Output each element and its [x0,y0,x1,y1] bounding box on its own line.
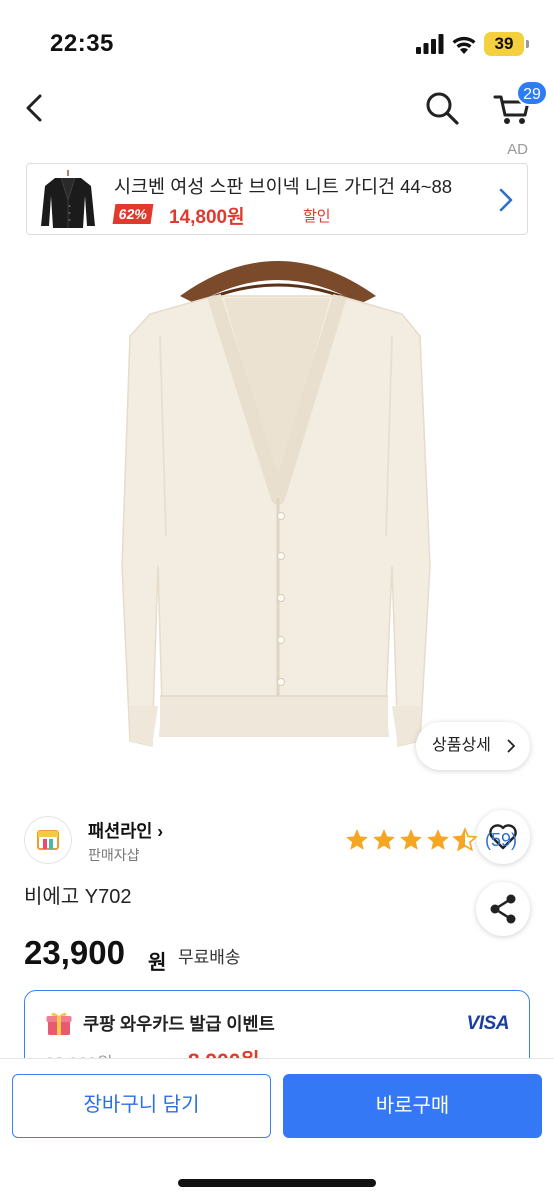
product-detail-label: 상품상세 [432,737,491,754]
ad-banner[interactable]: 시크벤 여성 스판 브이넥 니트 가디건 44~88 62% 14,800원 할… [26,163,528,235]
share-button[interactable] [476,882,530,936]
wifi-icon [452,36,476,54]
seller-name-link[interactable]: 패션라인 › [88,818,163,843]
ad-discount-badge: 62% [112,204,154,224]
cardigan-photo [121,261,431,747]
event-title: 쿠팡 와우카드 발급 이벤트 [83,1014,275,1034]
chevron-right-icon: › [152,821,164,841]
seller-type: 판매자샵 [88,847,140,863]
share-icon [490,894,516,924]
top-nav: 29 [0,80,554,140]
seller-logo[interactable] [24,816,72,864]
star-half-icon [452,827,478,852]
bottom-action-bar: 장바구니 담기 바로구매 [0,1058,554,1200]
star-full-icon [427,829,449,850]
battery-indicator: 39 [484,32,529,56]
ad-title: 시크벤 여성 스판 브이넥 니트 가디건 44~88 [114,176,453,197]
seller-name: 패션라인 [88,821,153,841]
star-full-icon [373,829,395,850]
cart-count-badge: 29 [516,80,548,106]
status-bar: 22:35 39 [0,0,554,80]
search-icon[interactable] [424,90,460,126]
star-full-icon [346,829,368,850]
product-detail-button[interactable]: 상품상세 [416,722,530,770]
shop-icon [37,830,59,850]
product-image[interactable] [0,236,554,936]
chevron-right-icon [507,739,515,753]
gift-icon [46,1012,72,1035]
signal-icon [416,34,444,54]
ad-price: 14,800원 [169,207,245,228]
product-name: 비에고 Y702 [24,886,132,908]
star-full-icon [400,829,422,850]
price-unit: 원 [148,952,167,974]
add-to-cart-button[interactable]: 장바구니 담기 [12,1074,271,1138]
chevron-right-icon [499,188,513,212]
review-count[interactable]: (59) [485,830,517,851]
product-price: 23,900 [24,934,125,971]
ad-label: AD [507,141,528,158]
status-time: 22:35 [50,30,114,57]
back-arrow-icon[interactable] [20,90,50,126]
visa-logo: VISA [466,1013,510,1034]
ad-sale-label: 할인 [303,208,331,225]
home-indicator [178,1179,376,1187]
buy-now-button[interactable]: 바로구매 [283,1074,542,1138]
shipping-label: 무료배송 [178,948,241,967]
ad-product-thumbnail [35,166,101,232]
rating-stars[interactable]: (59) [344,827,517,853]
